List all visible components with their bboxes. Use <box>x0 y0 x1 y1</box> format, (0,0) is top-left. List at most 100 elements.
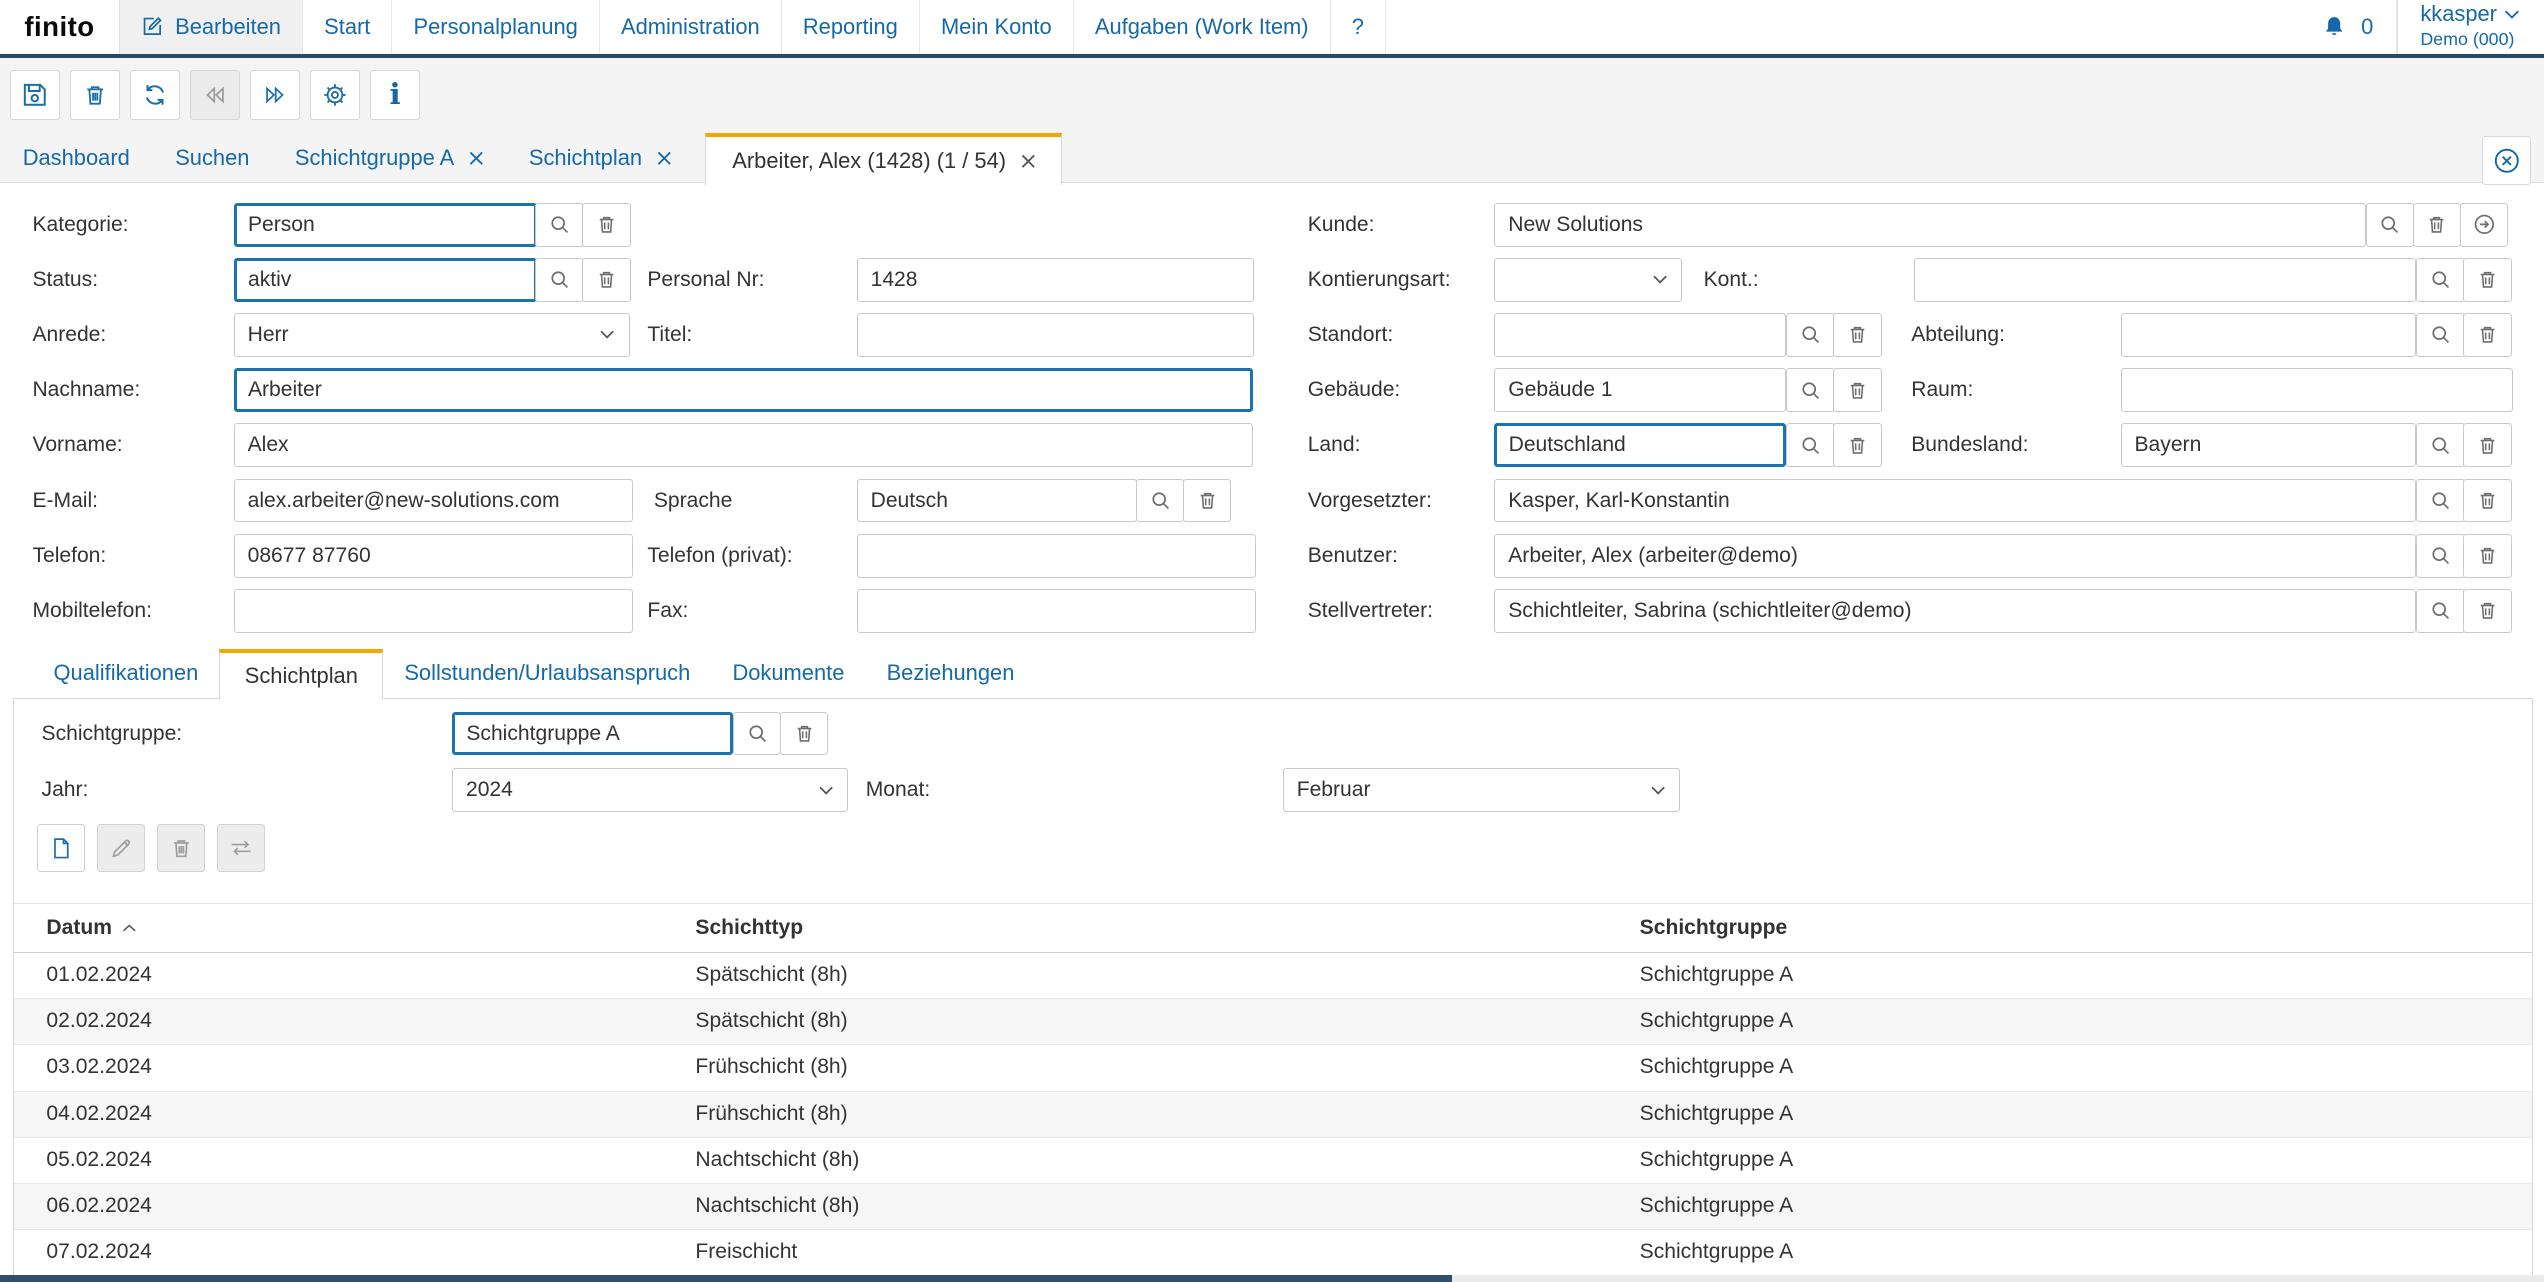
email-input[interactable] <box>234 479 633 523</box>
land-clear-button[interactable] <box>1833 423 1882 467</box>
land-input[interactable] <box>1494 423 1786 467</box>
column-header-schichtgruppe[interactable]: Schichtgruppe <box>1640 904 1788 951</box>
fax-input[interactable] <box>857 589 1256 633</box>
benutzer-input[interactable] <box>1494 534 2416 578</box>
settings-button[interactable] <box>310 70 360 120</box>
abteilung-search-button[interactable] <box>2416 313 2465 357</box>
telefon-input[interactable] <box>234 534 633 578</box>
benutzer-search-button[interactable] <box>2416 534 2465 578</box>
delete-button[interactable] <box>70 70 120 120</box>
nachname-input[interactable] <box>234 368 1253 412</box>
table-row[interactable]: 03.02.2024 Frühschicht (8h) Schichtgrupp… <box>14 1045 2532 1091</box>
table-row[interactable]: 01.02.2024 Spätschicht (8h) Schichtgrupp… <box>14 953 2532 999</box>
tab-dashboard[interactable]: Dashboard <box>0 133 153 183</box>
table-row[interactable]: 04.02.2024 Frühschicht (8h) Schichtgrupp… <box>14 1092 2532 1138</box>
tab-schichtgruppe-a[interactable]: Schichtgruppe A <box>272 133 506 183</box>
close-tab-icon[interactable] <box>1021 154 1036 169</box>
close-tab-icon[interactable] <box>657 151 672 166</box>
kunde-input[interactable] <box>1494 203 2365 247</box>
telefon-privat-input[interactable] <box>857 534 1256 578</box>
stellvertreter-clear-button[interactable] <box>2463 589 2512 633</box>
datum-link[interactable]: 06.02.2024 <box>46 1184 152 1228</box>
kunde-goto-button[interactable] <box>2460 203 2509 247</box>
refresh-button[interactable] <box>130 70 180 120</box>
mobiltelefon-input[interactable] <box>234 589 633 633</box>
land-search-button[interactable] <box>1786 423 1835 467</box>
schichtgruppe-clear-button[interactable] <box>780 712 829 756</box>
kont-input[interactable] <box>1914 258 2415 302</box>
kategorie-search-button[interactable] <box>535 203 584 247</box>
monat-select[interactable]: Februar <box>1283 768 1681 812</box>
subtab-qualifikationen[interactable]: Qualifikationen <box>32 649 219 698</box>
anrede-select[interactable]: Herr <box>234 313 630 357</box>
kunde-clear-button[interactable] <box>2413 203 2462 247</box>
status-search-button[interactable] <box>535 258 584 302</box>
sprache-search-button[interactable] <box>1136 479 1185 523</box>
kont-search-button[interactable] <box>2416 258 2465 302</box>
tab-arbeiter-alex[interactable]: Arbeiter, Alex (1428) (1 / 54) <box>705 133 1062 185</box>
datum-link[interactable]: 05.02.2024 <box>46 1138 152 1182</box>
datum-link[interactable]: 07.02.2024 <box>46 1230 152 1274</box>
kont-clear-button[interactable] <box>2463 258 2512 302</box>
sprache-input[interactable] <box>857 479 1138 523</box>
menu-item-administration[interactable]: Administration <box>600 0 782 54</box>
datum-link[interactable]: 04.02.2024 <box>46 1092 152 1136</box>
gebaeude-input[interactable] <box>1494 368 1786 412</box>
datum-link[interactable]: 01.02.2024 <box>46 953 152 997</box>
stellvertreter-search-button[interactable] <box>2416 589 2465 633</box>
abteilung-input[interactable] <box>2121 313 2416 357</box>
datum-link[interactable]: 03.02.2024 <box>46 1045 152 1089</box>
column-header-schichttyp[interactable]: Schichttyp <box>695 904 803 951</box>
titel-input[interactable] <box>857 313 1255 357</box>
gebaeude-search-button[interactable] <box>1786 368 1835 412</box>
column-header-datum[interactable]: Datum <box>46 904 136 951</box>
vorgesetzter-search-button[interactable] <box>2416 479 2465 523</box>
standort-search-button[interactable] <box>1786 313 1835 357</box>
bundesland-search-button[interactable] <box>2416 423 2465 467</box>
kunde-search-button[interactable] <box>2366 203 2415 247</box>
abteilung-clear-button[interactable] <box>2463 313 2512 357</box>
bundesland-clear-button[interactable] <box>2463 423 2512 467</box>
close-tab-icon[interactable] <box>469 151 484 166</box>
notifications-button[interactable]: 0 <box>2322 14 2373 40</box>
benutzer-clear-button[interactable] <box>2463 534 2512 578</box>
kontierungsart-select[interactable] <box>1494 258 1682 302</box>
bundesland-input[interactable] <box>2121 423 2416 467</box>
datum-link[interactable]: 02.02.2024 <box>46 999 152 1043</box>
menu-item-bearbeiten[interactable]: Bearbeiten <box>119 0 303 54</box>
table-row[interactable]: 06.02.2024 Nachtschicht (8h) Schichtgrup… <box>14 1184 2532 1230</box>
vorgesetzter-input[interactable] <box>1494 479 2416 523</box>
schichtgruppe-input[interactable] <box>452 712 733 756</box>
sprache-clear-button[interactable] <box>1183 479 1232 523</box>
menu-item-start[interactable]: Start <box>303 0 392 54</box>
subtab-beziehungen[interactable]: Beziehungen <box>865 649 1035 698</box>
save-button[interactable] <box>10 70 60 120</box>
info-button[interactable]: i <box>370 70 420 120</box>
menu-item-aufgaben[interactable]: Aufgaben (Work Item) <box>1074 0 1331 54</box>
menu-item-reporting[interactable]: Reporting <box>782 0 920 54</box>
menu-item-personalplanung[interactable]: Personalplanung <box>392 0 599 54</box>
menu-item-mein-konto[interactable]: Mein Konto <box>920 0 1074 54</box>
table-row[interactable]: 02.02.2024 Spätschicht (8h) Schichtgrupp… <box>14 999 2532 1045</box>
table-row[interactable]: 05.02.2024 Nachtschicht (8h) Schichtgrup… <box>14 1138 2532 1184</box>
subtab-sollstunden[interactable]: Sollstunden/Urlaubsanspruch <box>383 649 711 698</box>
standort-input[interactable] <box>1494 313 1786 357</box>
kategorie-input[interactable] <box>234 203 537 247</box>
new-entry-button[interactable] <box>37 824 86 873</box>
schichtgruppe-search-button[interactable] <box>733 712 782 756</box>
table-row[interactable]: 07.02.2024 Freischicht Schichtgruppe A <box>14 1230 2532 1276</box>
stellvertreter-input[interactable] <box>1494 589 2416 633</box>
tab-schichtplan[interactable]: Schichtplan <box>506 133 694 183</box>
jahr-select[interactable]: 2024 <box>452 768 848 812</box>
tab-suchen[interactable]: Suchen <box>153 133 273 183</box>
personal-nr-input[interactable] <box>857 258 1255 302</box>
vorgesetzter-clear-button[interactable] <box>2463 479 2512 523</box>
status-clear-button[interactable] <box>582 258 631 302</box>
next-record-button[interactable] <box>250 70 300 120</box>
menu-item-help[interactable]: ? <box>1331 0 1386 54</box>
gebaeude-clear-button[interactable] <box>1833 368 1882 412</box>
vorname-input[interactable] <box>234 423 1253 467</box>
status-input[interactable] <box>234 258 537 302</box>
subtab-schichtplan[interactable]: Schichtplan <box>219 649 383 699</box>
subtab-dokumente[interactable]: Dokumente <box>711 649 865 698</box>
